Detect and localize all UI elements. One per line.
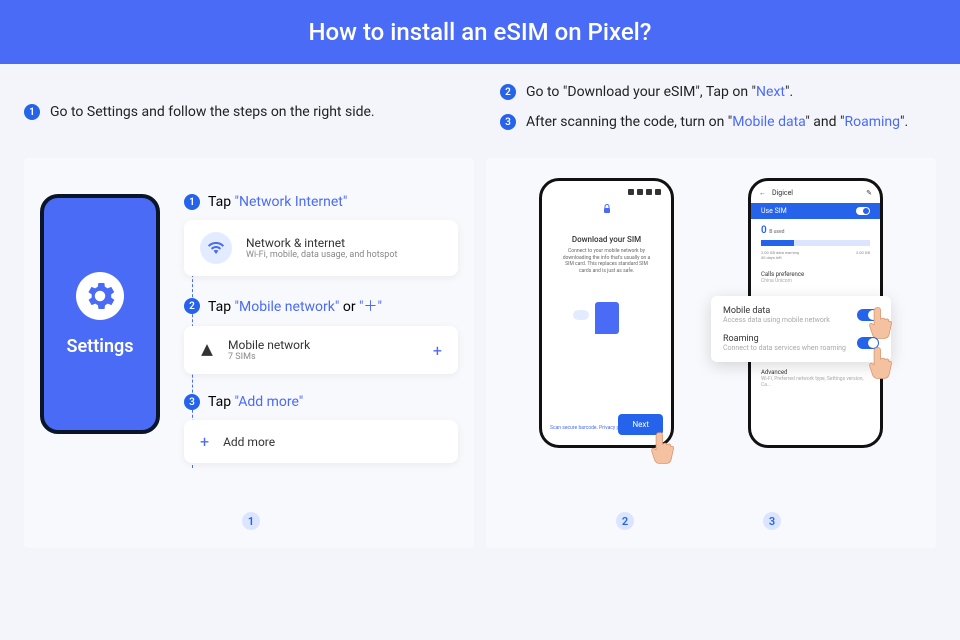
card-add-more[interactable]: + Add more bbox=[184, 420, 458, 463]
step-header: 1 Tap "Network Internet" bbox=[184, 194, 458, 210]
step-3: 3 Tap "Add more" + Add more bbox=[184, 394, 458, 463]
back-arrow-icon[interactable]: ← bbox=[759, 189, 766, 197]
panel-number-badge: 1 bbox=[242, 512, 260, 530]
page-header: How to install an eSIM on Pixel? bbox=[0, 0, 960, 64]
card-title: Mobile network bbox=[228, 338, 442, 352]
step-header: 3 Tap "Add more" bbox=[184, 394, 458, 410]
wifi-icon bbox=[208, 240, 224, 256]
popup-roaming[interactable]: Roaming Connect to data services when ro… bbox=[723, 334, 879, 352]
instruction-text: Go to Settings and follow the steps on t… bbox=[50, 104, 375, 120]
instruction-text: Go to "Download your eSIM", Tap on "Next… bbox=[526, 84, 793, 100]
settings-label: Settings bbox=[67, 336, 134, 357]
instructions-row: 1 Go to Settings and follow the steps on… bbox=[24, 84, 936, 130]
wifi-icon-circle bbox=[200, 232, 232, 264]
instruction-left: 1 Go to Settings and follow the steps on… bbox=[24, 84, 460, 130]
hand-cursor-icon bbox=[867, 344, 897, 380]
carrier-header: ← Digicel ✎ bbox=[751, 189, 880, 203]
phone-sim-settings: ← Digicel ✎ Use SIM 0 B used 2.00 GB dat… bbox=[748, 178, 883, 448]
sim-illustration bbox=[595, 302, 619, 334]
hand-cursor-icon bbox=[649, 429, 679, 465]
card-title: Add more bbox=[223, 435, 442, 449]
panel-download-roaming: Download your SIM Connect to your mobile… bbox=[486, 158, 936, 548]
link-mobile-data: Mobile data bbox=[732, 114, 805, 130]
step-1: 1 Tap "Network Internet" Network & inter… bbox=[184, 194, 458, 276]
mobile-data-popup: Mobile data Access data using mobile net… bbox=[711, 296, 891, 362]
panel-number-badge: 3 bbox=[763, 512, 781, 530]
calls-preference[interactable]: Calls preference China Unicom bbox=[751, 266, 880, 289]
header-title: How to install an eSIM on Pixel? bbox=[309, 18, 652, 46]
card-subtitle: Wi-Fi, mobile, data usage, and hotspot bbox=[246, 250, 442, 260]
advanced-settings[interactable]: Advanced Wi-Fi, Preferred network type, … bbox=[751, 364, 880, 393]
plus-icon: + bbox=[200, 432, 209, 451]
step-number-badge: 3 bbox=[184, 394, 200, 410]
content-area: 1 Go to Settings and follow the steps on… bbox=[0, 64, 960, 568]
link-next: Next bbox=[756, 84, 785, 100]
panels-row: Settings 1 Tap "Network Internet" Networ… bbox=[24, 158, 936, 548]
panel-number-badge: 2 bbox=[616, 512, 634, 530]
data-usage-section: 0 B used 2.00 GB data warning30 days lef… bbox=[751, 219, 880, 266]
gear-icon bbox=[82, 278, 118, 314]
step-2: 2 Tap "Mobile network" or "＋" Mobile net… bbox=[184, 296, 458, 374]
instruction-2: 2 Go to "Download your eSIM", Tap on "Ne… bbox=[500, 84, 936, 100]
instruction-3: 3 After scanning the code, turn on "Mobi… bbox=[500, 114, 936, 130]
toggle-on-icon[interactable] bbox=[856, 207, 870, 215]
instruction-text: After scanning the code, turn on "Mobile… bbox=[526, 114, 908, 130]
step-number-badge: 2 bbox=[500, 84, 516, 100]
plus-icon[interactable]: + bbox=[433, 341, 442, 360]
step-number-badge: 1 bbox=[24, 104, 40, 120]
phone-settings: Settings bbox=[40, 194, 160, 434]
use-sim-toggle-row[interactable]: Use SIM bbox=[751, 203, 880, 219]
gear-circle bbox=[76, 272, 124, 320]
data-usage-bar bbox=[761, 240, 870, 246]
card-title: Network & internet bbox=[246, 236, 442, 250]
signal-icon bbox=[200, 343, 214, 357]
privacy-link[interactable]: Scan secure barcode. Privacy path bbox=[550, 425, 626, 431]
carrier-name: Digicel bbox=[772, 189, 793, 197]
download-desc: Connect to your mobile network by downlo… bbox=[548, 248, 665, 274]
download-title: Download your SIM bbox=[548, 235, 665, 244]
instruction-right: 2 Go to "Download your eSIM", Tap on "Ne… bbox=[500, 84, 936, 130]
status-bar bbox=[548, 189, 665, 197]
card-network-internet[interactable]: Network & internet Wi-Fi, mobile, data u… bbox=[184, 220, 458, 276]
popup-mobile-data[interactable]: Mobile data Access data using mobile net… bbox=[723, 306, 879, 324]
edit-icon[interactable]: ✎ bbox=[866, 189, 872, 197]
steps-column: 1 Tap "Network Internet" Network & inter… bbox=[184, 194, 458, 528]
step-number-badge: 1 bbox=[184, 194, 200, 210]
sim-lock-icon bbox=[601, 203, 613, 215]
step-number-badge: 3 bbox=[500, 114, 516, 130]
link-roaming: Roaming bbox=[844, 114, 900, 130]
instruction-1: 1 Go to Settings and follow the steps on… bbox=[24, 104, 460, 120]
card-subtitle: 7 SIMs bbox=[228, 352, 442, 362]
card-mobile-network[interactable]: Mobile network 7 SIMs + bbox=[184, 326, 458, 374]
step-number-badge: 2 bbox=[184, 298, 200, 314]
phone-download-sim: Download your SIM Connect to your mobile… bbox=[539, 178, 674, 448]
panel-settings-steps: Settings 1 Tap "Network Internet" Networ… bbox=[24, 158, 474, 548]
step-header: 2 Tap "Mobile network" or "＋" bbox=[184, 296, 458, 316]
